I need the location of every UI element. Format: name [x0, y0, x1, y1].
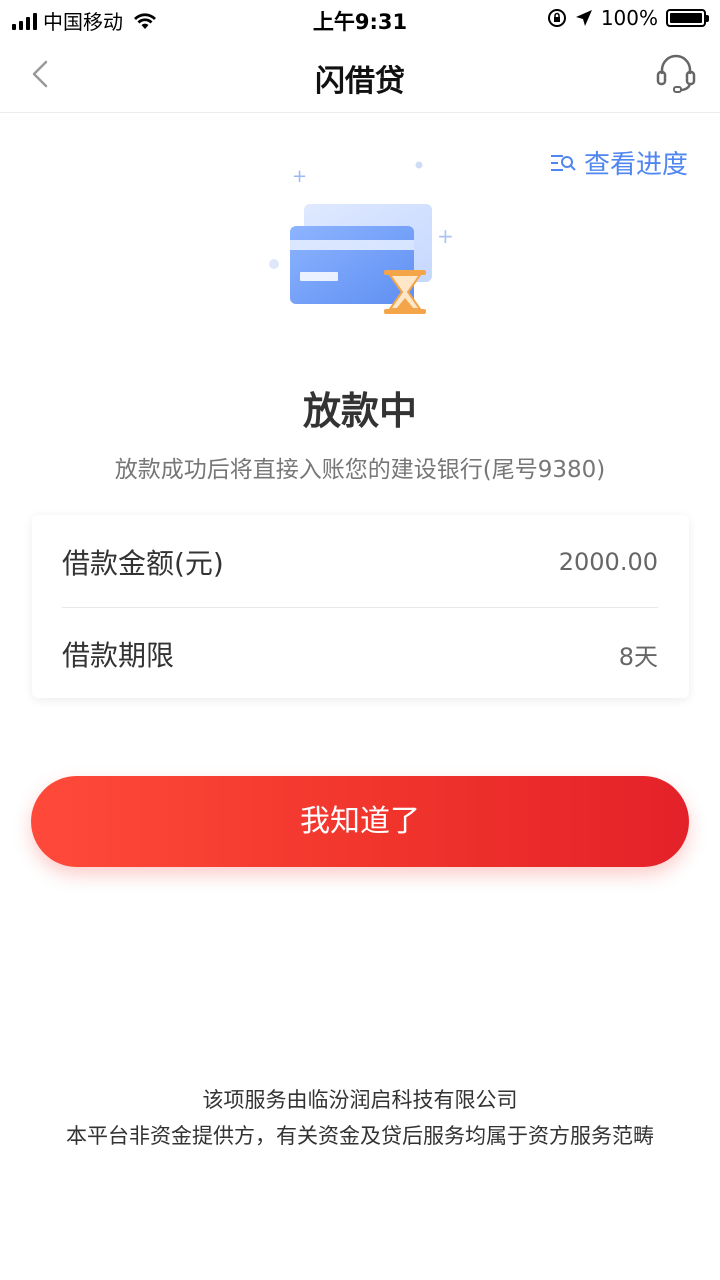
- loan-amount-value: 2000.00: [558, 548, 658, 576]
- svg-text:+: +: [437, 224, 454, 248]
- customer-service-icon[interactable]: [654, 50, 698, 96]
- status-description: 放款成功后将直接入账您的建设银行(尾号9380): [114, 457, 606, 483]
- battery-percent: 100%: [600, 6, 658, 30]
- loan-term-value: 8天: [618, 642, 658, 671]
- footer-disclaimer: 该项服务由临汾润启科技有限公司 本平台非资金提供方，有关资金及贷后服务均属于资方…: [0, 1082, 720, 1154]
- view-progress-label: 查看进度: [583, 150, 688, 180]
- footer-line-2: 本平台非资金提供方，有关资金及贷后服务均属于资方服务范畴: [66, 1124, 654, 1148]
- view-progress-link[interactable]: 查看进度: [550, 144, 688, 181]
- loan-term-label: 借款期限: [62, 639, 175, 672]
- loan-term-row: 借款期限 8天: [62, 609, 658, 699]
- loan-amount-row: 借款金额(元) 2000.00: [62, 517, 658, 608]
- page-title: 闪借贷: [315, 64, 405, 99]
- got-it-button[interactable]: 我知道了: [31, 776, 689, 867]
- loan-info-card: 借款金额(元) 2000.00 借款期限 8天: [32, 515, 689, 698]
- loan-amount-label: 借款金额(元): [62, 547, 224, 580]
- svg-text:+: +: [292, 166, 307, 187]
- nav-bar: 闪借贷: [0, 36, 720, 113]
- footer-line-1: 该项服务由临汾润启科技有限公司: [202, 1088, 518, 1112]
- battery-icon: [666, 9, 709, 27]
- search-list-icon: [550, 154, 576, 171]
- location-icon: [575, 10, 592, 26]
- status-title: 放款中: [302, 389, 417, 433]
- rotation-lock-icon: [547, 9, 566, 27]
- status-bar: 中国移动 上午9:31 100%: [0, 0, 720, 36]
- card-processing-illustration: + +: [269, 161, 454, 314]
